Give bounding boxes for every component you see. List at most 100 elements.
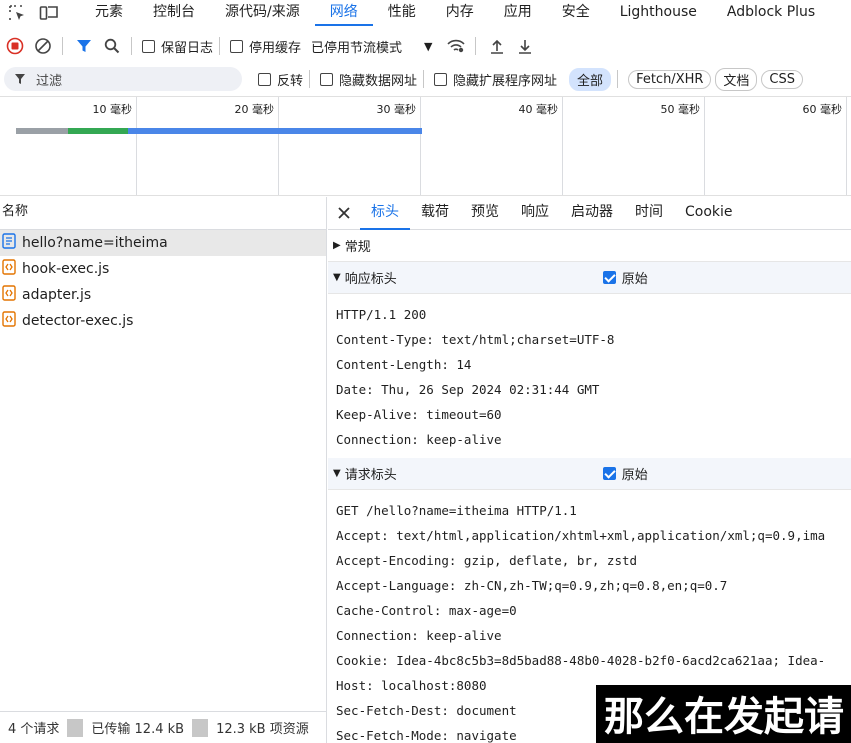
detail-tab-0[interactable]: 标头 [360, 197, 410, 230]
detail-tab-1[interactable]: 载荷 [410, 197, 460, 230]
response-headers-section-header[interactable]: ▼ 响应标头 原始 [328, 262, 851, 294]
collapse-triangle-icon: ▼ [333, 468, 341, 479]
name-column-header[interactable]: 名称 [0, 197, 326, 230]
detail-tab-5[interactable]: 时间 [624, 197, 674, 230]
divider [617, 70, 619, 88]
expand-triangle-icon: ▶ [333, 240, 341, 251]
request-headers-section-header[interactable]: ▼ 请求标头 原始 [328, 458, 851, 490]
invert-checkbox[interactable]: 反转 [258, 70, 303, 89]
close-icon[interactable] [328, 207, 360, 219]
throttle-select[interactable]: 已停用节流模式 [311, 37, 402, 56]
header-line: HTTP/1.1 200 [336, 307, 427, 322]
header-line: Cookie: Idea-4bc8c5b3=8d5bad88-48b0-4028… [336, 653, 826, 668]
request-list-pane: 名称 hello?name=itheima hook-exec.js adapter… [0, 197, 327, 743]
waterfall-bar-waiting [68, 128, 128, 134]
tab-5[interactable]: 内存 [431, 0, 489, 26]
timeline-tick-label: 50 毫秒 [660, 103, 701, 116]
script-file-icon [2, 285, 16, 305]
inspect-element-icon[interactable] [6, 3, 28, 23]
preserve-log-checkbox[interactable]: 保留日志 [142, 37, 213, 56]
search-icon[interactable] [99, 33, 125, 59]
device-toolbar-icon[interactable] [38, 3, 60, 23]
raw-toggle-response[interactable]: 原始 [602, 268, 648, 287]
checkbox-box[interactable] [230, 39, 244, 53]
timeline-tick-label: 20 毫秒 [234, 103, 275, 116]
divider [219, 37, 221, 55]
request-row[interactable]: adapter.js [0, 282, 326, 308]
type-filter-doc[interactable]: 文档 [715, 67, 758, 91]
clear-icon[interactable] [30, 33, 56, 59]
checkbox-box[interactable] [602, 271, 616, 284]
type-filter-css[interactable]: CSS [761, 69, 804, 89]
detail-tab-3[interactable]: 响应 [510, 197, 560, 230]
filter-placeholder: 过滤 [36, 73, 63, 89]
raw-label: 原始 [621, 468, 648, 483]
tab-1[interactable]: 控制台 [138, 0, 210, 26]
detail-tab-6[interactable]: Cookie [674, 197, 744, 230]
request-row[interactable]: hook-exec.js [0, 256, 326, 282]
record-stop-icon[interactable] [2, 33, 28, 59]
checkbox-box[interactable] [142, 39, 155, 53]
checkbox-box[interactable] [258, 72, 271, 86]
filter-input[interactable]: 过滤 [4, 67, 242, 91]
script-file-icon [2, 311, 16, 331]
import-har-icon[interactable] [484, 33, 510, 59]
type-filter-all[interactable]: 全部 [569, 67, 612, 91]
tab-2[interactable]: 源代码/来源 [210, 0, 315, 26]
tab-6[interactable]: 应用 [489, 0, 547, 26]
type-filter-fetch-xhr[interactable]: Fetch/XHR [628, 69, 712, 89]
timeline-gridline [420, 97, 421, 195]
tab-8[interactable]: Lighthouse [605, 0, 712, 26]
network-conditions-icon[interactable] [443, 33, 469, 59]
hide-data-urls-label: 隐藏数据网址 [339, 73, 418, 89]
request-name: hello?name=itheima [22, 235, 168, 251]
request-name: hook-exec.js [22, 261, 110, 277]
filter-funnel-icon[interactable] [71, 33, 97, 59]
timeline-gridline [136, 97, 137, 195]
header-line: Connection: keep-alive [336, 432, 502, 447]
detail-tabs: 标头 载荷 预览 响应 启动器 时间 Cookie [328, 197, 851, 230]
timeline-tick-label: 60 毫秒 [802, 103, 843, 116]
checkbox-box[interactable] [602, 467, 616, 480]
checkbox-box[interactable] [434, 72, 448, 86]
disable-cache-checkbox[interactable]: 停用缓存 [230, 37, 301, 56]
divider [474, 37, 476, 55]
video-subtitle: 那么在发起请 [596, 685, 851, 743]
tab-0[interactable]: 元素 [80, 0, 138, 26]
response-headers-raw: HTTP/1.1 200 Content-Type: text/html;char… [328, 294, 851, 458]
timeline-tick-label: 30 毫秒 [376, 103, 417, 116]
detail-tab-4[interactable]: 启动器 [560, 197, 624, 230]
request-count: 4 个请求 [8, 722, 60, 737]
detail-tab-2[interactable]: 预览 [460, 197, 510, 230]
export-har-icon[interactable] [512, 33, 538, 59]
dropdown-arrow-icon[interactable]: ▼ [424, 40, 432, 53]
divider [62, 37, 63, 55]
preserve-log-label: 保留日志 [161, 40, 214, 56]
raw-toggle-request[interactable]: 原始 [602, 464, 648, 483]
tab-7[interactable]: 安全 [547, 0, 605, 26]
header-line: Cache-Control: max-age=0 [336, 603, 517, 618]
waterfall-bar-download [128, 128, 422, 134]
tab-4[interactable]: 性能 [373, 0, 431, 26]
request-name: adapter.js [22, 287, 92, 303]
header-line: Content-Type: text/html;charset=UTF-8 [336, 332, 615, 347]
general-section-title: 常规 [344, 240, 371, 255]
general-section-header[interactable]: ▶ 常规 [328, 230, 851, 262]
request-name: detector-exec.js [22, 313, 134, 329]
timeline-gridline [846, 97, 847, 195]
script-file-icon [2, 259, 16, 279]
tab-9[interactable]: Adblock Plus [712, 0, 830, 26]
resource-size: 12.3 kB 项资源 [216, 722, 309, 737]
hide-data-urls-checkbox[interactable]: 隐藏数据网址 [320, 70, 417, 89]
hide-ext-urls-checkbox[interactable]: 隐藏扩展程序网址 [434, 70, 557, 89]
header-line: Keep-Alive: timeout=60 [336, 407, 502, 422]
checkbox-box[interactable] [320, 72, 334, 86]
request-row[interactable]: detector-exec.js [0, 308, 326, 334]
timeline-overview[interactable]: 10 毫秒 20 毫秒 30 毫秒 40 毫秒 50 毫秒 60 毫秒 [0, 96, 851, 196]
tab-3[interactable]: 网络 [314, 0, 373, 26]
divider [423, 70, 425, 88]
request-list: hello?name=itheima hook-exec.js adapter.js… [0, 230, 326, 334]
request-row[interactable]: hello?name=itheima [0, 230, 326, 256]
header-line: Connection: keep-alive [336, 628, 502, 643]
request-headers-title: 请求标头 [344, 468, 397, 483]
